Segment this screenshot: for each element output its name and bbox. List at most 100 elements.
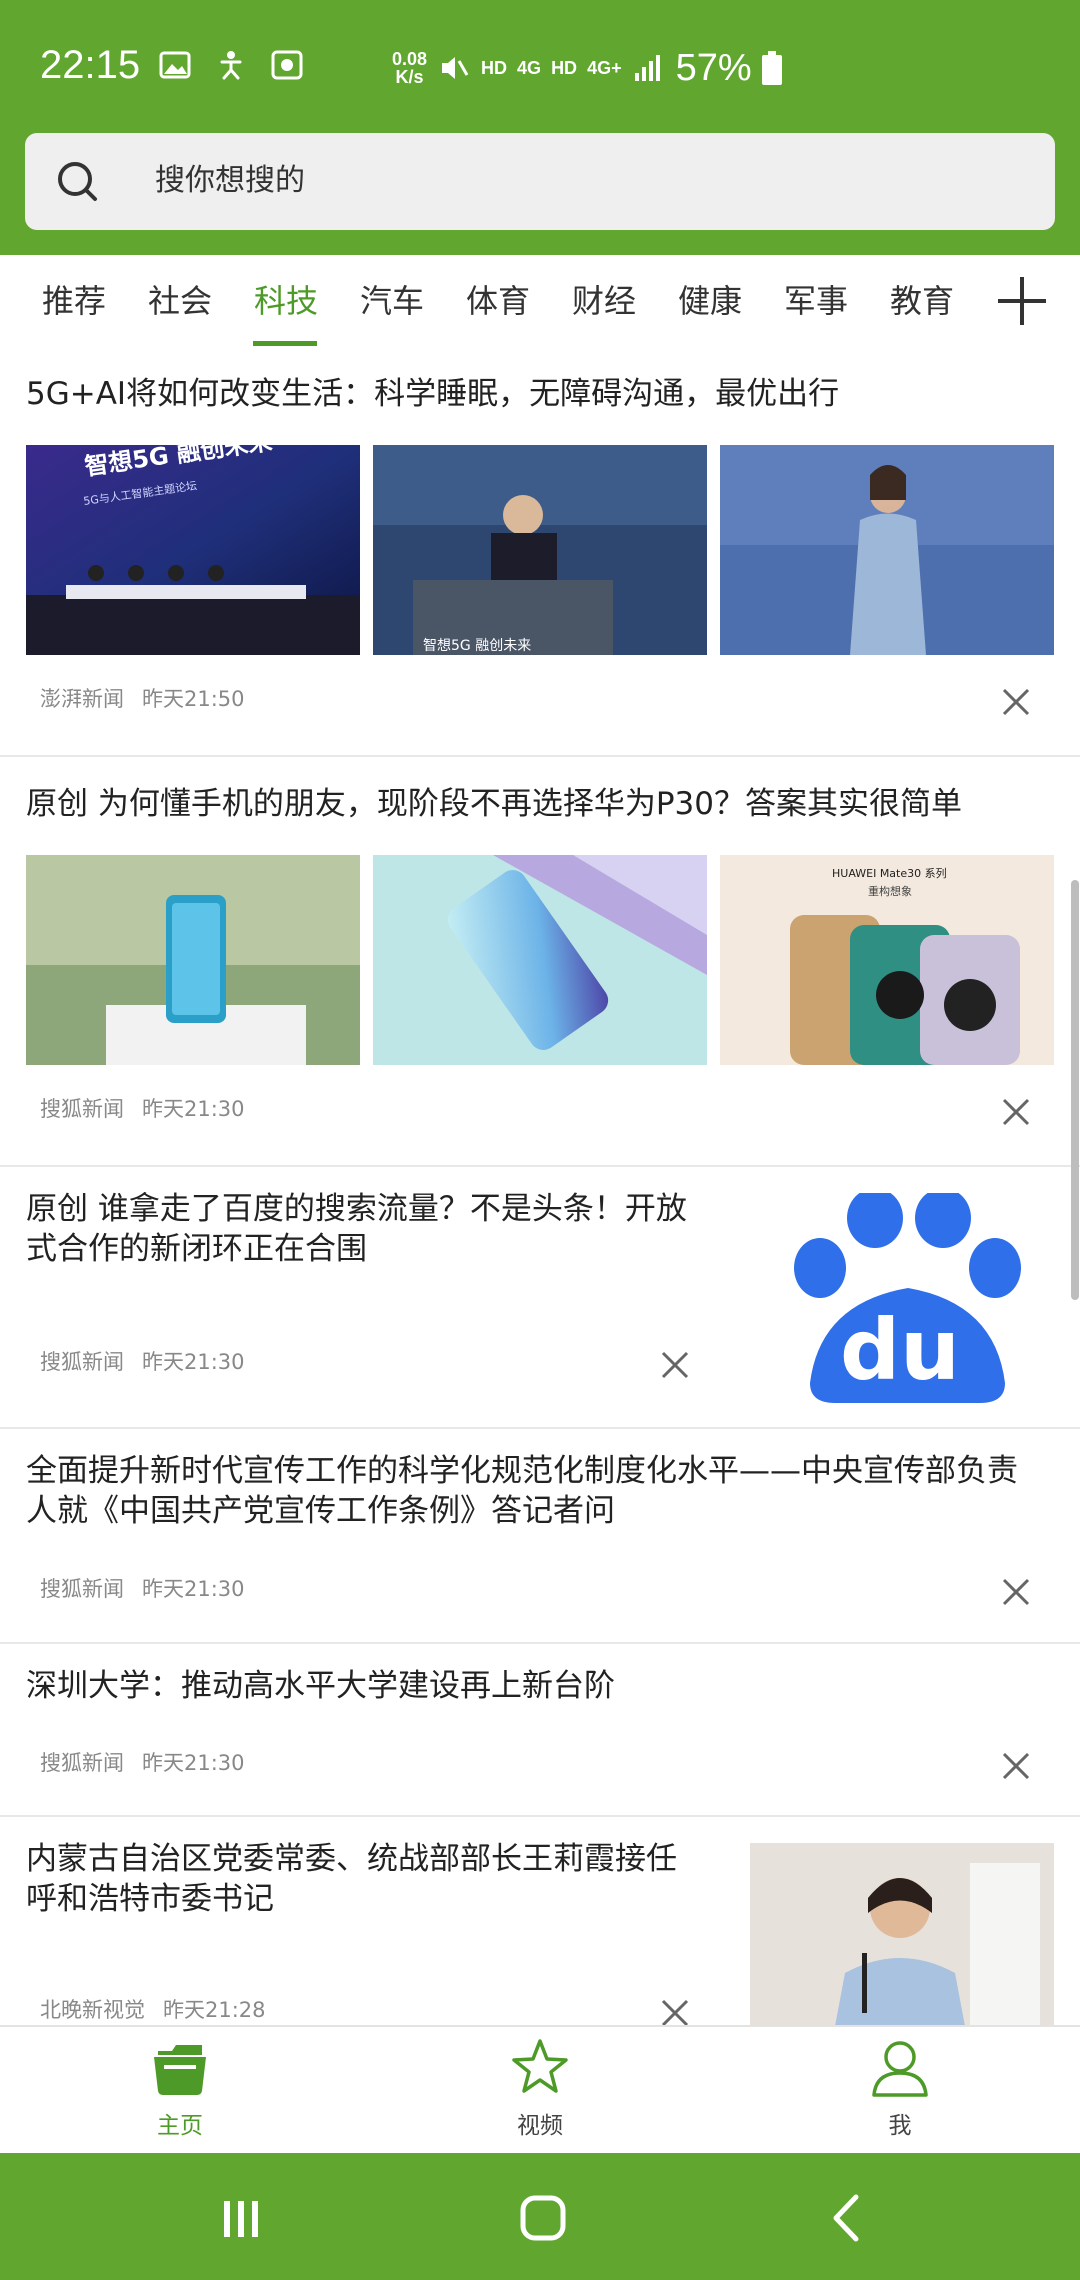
nav-video[interactable]: 视频 <box>440 2027 640 2155</box>
net-speed: 0.08 K/s <box>392 50 427 86</box>
screen-record-icon <box>271 50 303 80</box>
article-source: 搜狐新闻 <box>40 1350 124 1374</box>
status-bar: 22:15 0.08 K/s HD 4G HD 4G+ 57% <box>0 0 1080 132</box>
search-placeholder: 搜你想搜的 <box>155 163 305 198</box>
home-icon[interactable] <box>508 2183 578 2253</box>
thumbnail-forum-stage[interactable]: 智想5G 融创未来 5G与人工智能主题论坛 <box>26 445 360 655</box>
search-input[interactable]: 搜你想搜的 <box>25 133 1055 230</box>
article-title-line-2: 式合作的新闭环正在合围 <box>26 1231 367 1267</box>
article-title[interactable]: 原创 谁拿走了百度的搜索流量？不是头条！开放 式合作的新闭环正在合围 <box>26 1189 726 1269</box>
network-tag-1: 4G <box>517 57 542 78</box>
list-item[interactable]: 全面提升新时代宣传工作的科学化规范化制度化水平——中央宣传部负责 人就《中国共产… <box>0 1429 1080 1644</box>
system-navigation-bar <box>0 2153 1080 2280</box>
news-feed[interactable]: 5G+AI将如何改变生活：科学睡眠，无障碍沟通，最优出行 智想5G 融创未来 5… <box>0 347 1080 2025</box>
article-meta: 搜狐新闻 昨天21:30 <box>40 1574 245 1604</box>
article-title[interactable]: 5G+AI将如何改变生活：科学睡眠，无障碍沟通，最优出行 <box>26 374 839 414</box>
article-meta: 澎湃新闻 昨天21:50 <box>40 684 245 714</box>
person-icon <box>872 2041 928 2097</box>
ad-brand-text: HUAWEI Mate30 系列 <box>832 866 947 880</box>
tab-jiankang[interactable]: 健康 <box>678 281 742 321</box>
article-source: 搜狐新闻 <box>40 1751 124 1775</box>
active-tab-indicator <box>253 341 317 346</box>
article-meta: 搜狐新闻 昨天21:30 <box>40 1347 245 1377</box>
network-tag-2: 4G+ <box>587 57 622 78</box>
thumbnail-speaker-woman[interactable] <box>720 445 1054 655</box>
nav-home[interactable]: 主页 <box>80 2027 280 2155</box>
close-icon[interactable] <box>999 1095 1033 1129</box>
image-row: 智想5G 融创未来 5G与人工智能主题论坛 智想5G 融创未来 <box>26 445 1054 655</box>
list-item[interactable]: 5G+AI将如何改变生活：科学睡眠，无障碍沟通，最优出行 智想5G 融创未来 5… <box>0 347 1080 757</box>
nav-home-label: 主页 <box>157 2113 203 2139</box>
article-meta: 搜狐新闻 昨天21:30 <box>40 1748 245 1778</box>
close-icon[interactable] <box>658 1996 692 2025</box>
nav-video-label: 视频 <box>517 2113 563 2139</box>
article-time: 昨天21:30 <box>142 1350 245 1374</box>
status-time: 22:15 <box>40 43 141 87</box>
article-source: 搜狐新闻 <box>40 1097 124 1121</box>
image-row: HUAWEI Mate30 系列 重构想象 <box>26 855 1054 1065</box>
article-meta: 北晚新视觉 昨天21:28 <box>40 1995 266 2025</box>
thumbnail-official-photo[interactable] <box>750 1843 1054 2025</box>
category-tabs: 推荐 社会 科技 汽车 体育 财经 健康 军事 教育 <box>0 255 1080 347</box>
status-left-icons <box>158 48 304 82</box>
hd-tag-1: HD <box>481 57 508 78</box>
back-icon[interactable] <box>812 2183 882 2253</box>
mute-icon <box>442 57 469 79</box>
article-time: 昨天21:30 <box>142 1751 245 1775</box>
close-icon[interactable] <box>999 1749 1033 1783</box>
article-title[interactable]: 全面提升新时代宣传工作的科学化规范化制度化水平——中央宣传部负责 人就《中国共产… <box>26 1451 1066 1531</box>
tab-caijing[interactable]: 财经 <box>572 281 636 321</box>
close-icon[interactable] <box>999 1575 1033 1609</box>
article-time: 昨天21:30 <box>142 1577 245 1601</box>
thumbnail-phone-gradient[interactable] <box>373 855 707 1065</box>
article-title-line-2: 人就《中国共产党宣传工作条例》答记者问 <box>26 1493 615 1529</box>
image-icon <box>159 51 191 79</box>
article-time: 昨天21:30 <box>142 1097 245 1121</box>
accessibility-icon <box>220 51 242 80</box>
article-title-line-1: 内蒙古自治区党委常委、统战部部长王莉霞接任 <box>26 1841 677 1877</box>
tab-keji[interactable]: 科技 <box>254 281 318 321</box>
article-time: 昨天21:50 <box>142 687 245 711</box>
net-speed-value: 0.08 <box>392 49 428 69</box>
bottom-navigation: 主页 视频 我 <box>0 2025 1080 2153</box>
thumbnail-phone-outdoor[interactable] <box>26 855 360 1065</box>
tab-tiyu[interactable]: 体育 <box>466 281 530 321</box>
article-title[interactable]: 原创 为何懂手机的朋友，现阶段不再选择华为P30？答案其实很简单 <box>26 784 962 824</box>
article-title[interactable]: 内蒙古自治区党委常委、统战部部长王莉霞接任 呼和浩特市委书记 <box>26 1839 726 1919</box>
hd-tag-2: HD <box>551 57 578 78</box>
thumbnail-baidu-logo[interactable]: du <box>750 1193 1054 1403</box>
list-item[interactable]: 深圳大学：推动高水平大学建设再上新台阶 搜狐新闻 昨天21:30 <box>0 1644 1080 1817</box>
battery-icon <box>761 51 782 85</box>
list-item[interactable]: 原创 为何懂手机的朋友，现阶段不再选择华为P30？答案其实很简单 HUAWEI … <box>0 757 1080 1167</box>
list-item[interactable]: 原创 谁拿走了百度的搜索流量？不是头条！开放 式合作的新闭环正在合围 du 搜狐… <box>0 1167 1080 1429</box>
ad-slogan-text: 重构想象 <box>868 884 912 898</box>
close-icon[interactable] <box>658 1348 692 1382</box>
status-right-group: 0.08 K/s HD 4G HD 4G+ 57% <box>392 44 782 92</box>
article-title-line-1: 全面提升新时代宣传工作的科学化规范化制度化水平——中央宣传部负责 <box>26 1453 1018 1489</box>
tab-junshi[interactable]: 军事 <box>784 281 848 321</box>
article-title-line-1: 原创 谁拿走了百度的搜索流量？不是头条！开放 <box>26 1191 687 1227</box>
tab-shehui[interactable]: 社会 <box>148 281 212 321</box>
nav-me[interactable]: 我 <box>800 2027 1000 2155</box>
star-icon <box>512 2039 568 2093</box>
add-tab-icon[interactable] <box>992 271 1052 331</box>
article-title[interactable]: 深圳大学：推动高水平大学建设再上新台阶 <box>26 1666 615 1706</box>
list-item[interactable]: 内蒙古自治区党委常委、统战部部长王莉霞接任 呼和浩特市委书记 北晚新视觉 昨天2… <box>0 1817 1080 2025</box>
article-title-line-2: 呼和浩特市委书记 <box>26 1881 274 1917</box>
signal-icon <box>634 55 660 81</box>
net-speed-unit: K/s <box>395 67 424 87</box>
tab-jiaoyu[interactable]: 教育 <box>890 281 954 321</box>
home-folder-icon <box>154 2045 206 2095</box>
thumbnail-mate30-ad[interactable]: HUAWEI Mate30 系列 重构想象 <box>720 855 1054 1065</box>
thumbnail-speaker-podium[interactable]: 智想5G 融创未来 <box>373 445 707 655</box>
tab-qiche[interactable]: 汽车 <box>360 281 424 321</box>
close-icon[interactable] <box>999 685 1033 719</box>
article-meta: 搜狐新闻 昨天21:30 <box>40 1094 245 1124</box>
search-icon <box>58 162 97 201</box>
scrollbar[interactable] <box>1071 880 1079 1300</box>
tab-tuijian[interactable]: 推荐 <box>42 281 106 321</box>
battery-percent: 57% <box>675 46 752 89</box>
article-source: 澎湃新闻 <box>40 687 124 711</box>
recents-icon[interactable] <box>206 2183 276 2253</box>
article-source: 北晚新视觉 <box>40 1998 145 2022</box>
